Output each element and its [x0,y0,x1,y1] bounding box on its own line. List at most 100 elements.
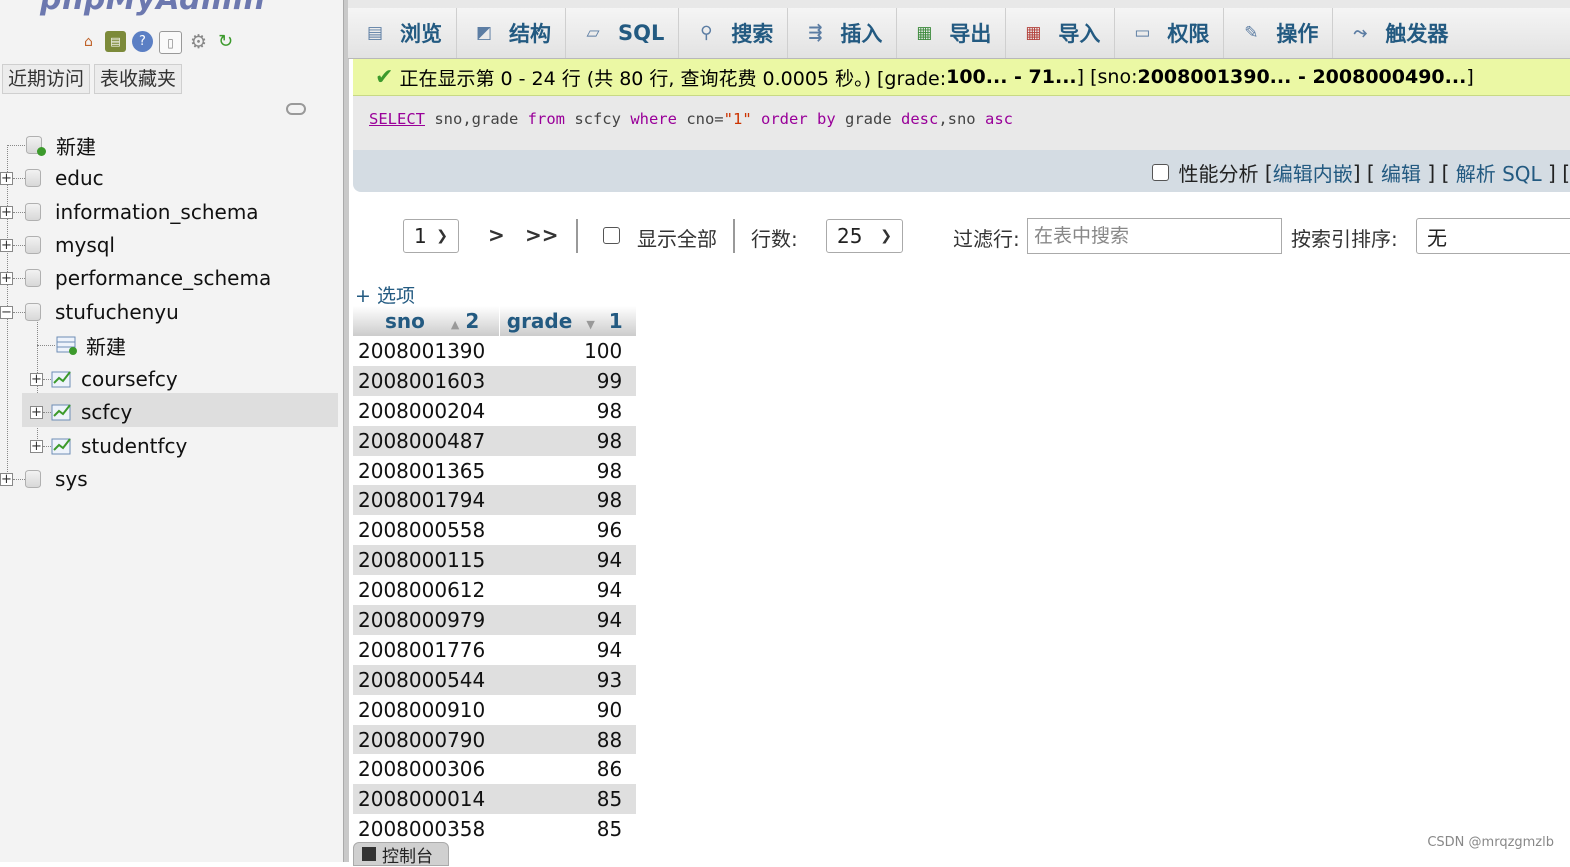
expand-icon[interactable]: + [0,205,13,219]
tree-db-mysql[interactable]: + mysql [0,230,115,260]
cell-grade[interactable]: 98 [499,485,637,516]
expand-icon[interactable]: + [30,372,43,386]
table-row[interactable]: 2008000014 85 [353,784,637,815]
tab-triggers[interactable]: ⤳ 触发器 [1333,8,1462,58]
column-header-grade[interactable]: grade ▼ 1 [499,306,637,336]
tab-privileges[interactable]: ▭ 权限 [1115,8,1225,58]
cell-sno[interactable]: 2008000612 [353,575,500,606]
tree-table-studentfcy[interactable]: + studentfcy [30,431,187,461]
recent-tab[interactable]: 近期访问 [2,64,91,94]
cell-grade[interactable]: 98 [499,425,637,456]
cell-sno[interactable]: 2008000115 [353,545,500,576]
console-tab[interactable]: 控制台 [353,842,449,867]
table-row[interactable]: 2008001365 98 [353,455,637,486]
cell-grade[interactable]: 96 [499,515,637,546]
cell-grade[interactable]: 99 [499,365,637,396]
page-select[interactable]: 1 ❯ [403,219,459,253]
tree-db-information-schema[interactable]: + information_schema [0,197,259,227]
last-page-button[interactable]: >> [525,223,559,247]
table-row[interactable]: 2008000115 94 [353,545,637,576]
expand-icon[interactable]: + [0,238,13,252]
tab-export[interactable]: ▦ 导出 [897,8,1007,58]
tab-structure[interactable]: ◩ 结构 [457,8,566,58]
table-row[interactable]: 2008000979 94 [353,605,637,635]
explain-sql-link[interactable]: 解析 SQL [1456,158,1542,187]
expand-icon[interactable]: + [30,405,43,419]
cell-sno[interactable]: 2008000306 [353,754,500,785]
cell-grade[interactable]: 86 [499,754,637,785]
next-page-button[interactable]: > [488,223,505,247]
table-row[interactable]: 2008000358 85 [353,814,637,845]
tree-db-sys[interactable]: + sys [0,464,88,494]
table-row[interactable]: 2008001776 94 [353,634,637,665]
cell-grade[interactable]: 94 [499,605,637,635]
cell-grade[interactable]: 88 [499,724,637,755]
options-toggle[interactable]: + 选项 [355,281,415,308]
tab-sql[interactable]: ▱ SQL [566,8,680,58]
table-row[interactable]: 2008000204 98 [353,395,637,426]
cell-grade[interactable]: 98 [499,455,637,486]
table-row[interactable]: 2008000790 88 [353,724,637,755]
tree-table-scfcy[interactable]: + scfcy [30,397,132,427]
cell-grade[interactable]: 93 [499,664,637,695]
table-row[interactable]: 2008000306 86 [353,754,637,785]
favorites-tab[interactable]: 表收藏夹 [94,64,183,94]
docs-icon[interactable]: ▯ [159,31,182,54]
edit-inline-link[interactable]: 编辑内嵌 [1273,158,1353,187]
expand-icon[interactable]: + [30,439,43,453]
edit-link[interactable]: 编辑 [1381,158,1421,187]
table-row[interactable]: 2008000910 90 [353,694,637,725]
tree-table-coursefcy[interactable]: + coursefcy [30,364,178,394]
panel-splitter[interactable] [343,0,349,862]
logout-icon[interactable]: ▤ [105,31,126,52]
cell-sno[interactable]: 2008000910 [353,694,500,725]
cell-sno[interactable]: 2008000979 [353,605,500,635]
reload-icon[interactable]: ↻ [215,31,236,52]
table-row[interactable]: 2008001390 100 [353,336,637,366]
tree-item-new[interactable]: 新建 [26,130,96,160]
home-icon[interactable]: ⌂ [78,31,99,52]
cell-sno[interactable]: 2008000014 [353,784,500,815]
expand-icon[interactable]: + [0,171,13,185]
table-row[interactable]: 2008000612 94 [353,575,637,606]
settings-icon[interactable]: ⚙ [188,31,209,53]
cell-grade[interactable]: 94 [499,545,637,576]
tab-browse[interactable]: ▤ 浏览 [348,8,457,58]
cell-grade[interactable]: 85 [499,814,637,845]
expand-icon[interactable]: + [0,271,13,285]
link-icon[interactable] [286,103,306,115]
tab-operations[interactable]: ✎ 操作 [1224,8,1334,58]
show-all-checkbox[interactable] [603,227,620,244]
table-row[interactable]: 2008001603 99 [353,365,637,396]
cell-sno[interactable]: 2008000204 [353,395,500,426]
table-row[interactable]: 2008000487 98 [353,425,637,456]
cell-sno[interactable]: 2008001390 [353,336,500,366]
sql-keyword-select[interactable]: SELECT [369,110,425,128]
table-row[interactable]: 2008001794 98 [353,485,637,516]
cell-grade[interactable]: 90 [499,694,637,725]
collapse-icon[interactable]: − [0,305,13,319]
cell-sno[interactable]: 2008001603 [353,365,500,396]
table-row[interactable]: 2008000544 93 [353,664,637,695]
cell-sno[interactable]: 2008001776 [353,634,500,665]
tab-import[interactable]: ▦ 导入 [1006,8,1116,58]
cell-grade[interactable]: 94 [499,634,637,665]
cell-sno[interactable]: 2008000358 [353,814,500,845]
profiling-checkbox[interactable] [1151,164,1169,181]
tab-search[interactable]: ⚲ 搜索 [679,8,789,58]
cell-grade[interactable]: 85 [499,784,637,815]
cell-sno[interactable]: 2008000790 [353,724,500,755]
table-row[interactable]: 2008000558 96 [353,515,637,546]
tree-db-stufuchenyu[interactable]: − stufuchenyu [0,297,179,327]
cell-grade[interactable]: 98 [499,395,637,426]
sort-by-key-select[interactable]: 无 [1416,218,1570,254]
tree-table-new[interactable]: 新建 [56,330,126,360]
tree-db-educ[interactable]: + educ [0,163,104,193]
cell-sno[interactable]: 2008000544 [353,664,500,695]
cell-sno[interactable]: 2008000487 [353,425,500,456]
cell-grade[interactable]: 100 [499,336,637,366]
help-icon[interactable]: ? [132,31,153,52]
cell-sno[interactable]: 2008001365 [353,455,500,486]
cell-sno[interactable]: 2008001794 [353,485,500,516]
cell-grade[interactable]: 94 [499,575,637,606]
